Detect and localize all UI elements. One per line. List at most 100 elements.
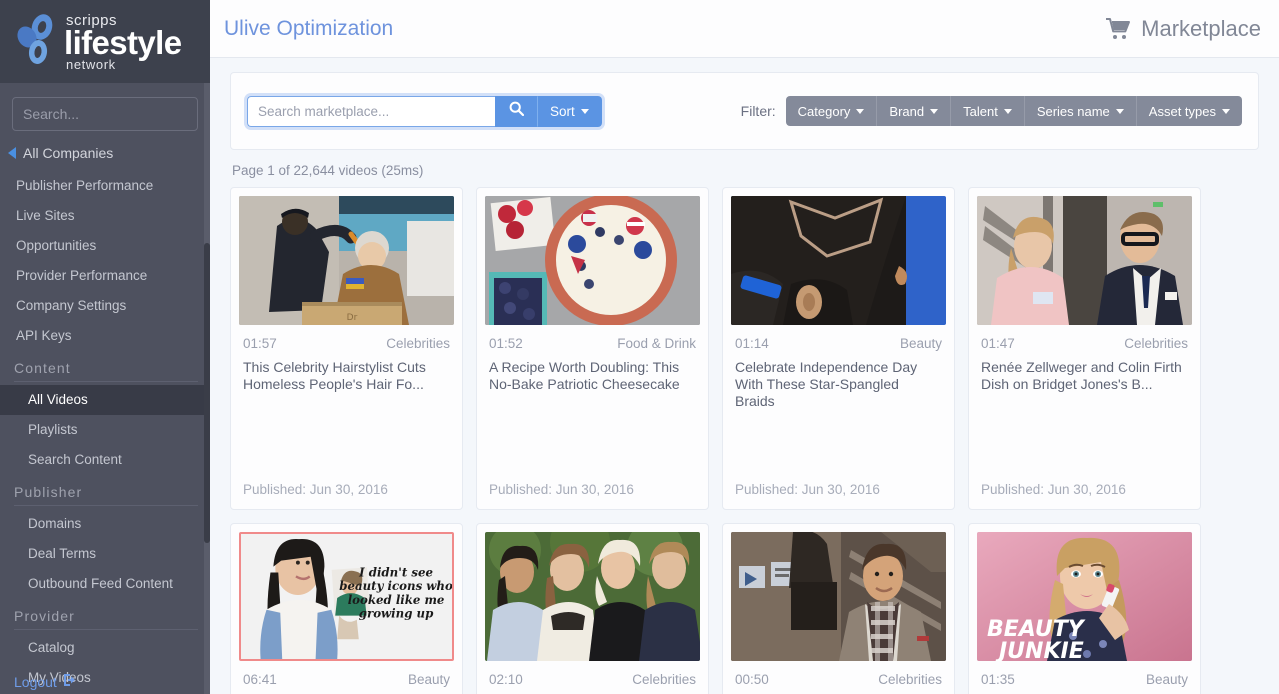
- video-grid: Dr 01:57 Celebrities This Celebrity Hair…: [210, 187, 1279, 694]
- logout-icon: [57, 673, 78, 690]
- sidebar-search-wrap: [0, 83, 210, 139]
- video-published: Published: Jun 30, 2016: [735, 482, 880, 497]
- video-title: A Recipe Worth Doubling: This No-Bake Pa…: [489, 359, 680, 392]
- search-button[interactable]: [495, 95, 537, 127]
- video-meta: 02:10 Celebrities: [485, 661, 700, 687]
- sidebar-item-outbound-feed-content[interactable]: Outbound Feed Content: [0, 569, 210, 599]
- sidebar-item-domains[interactable]: Domains: [0, 509, 210, 539]
- video-published: Published: Jun 30, 2016: [489, 482, 634, 497]
- filter-category-button[interactable]: Category: [785, 96, 878, 126]
- video-category: Beauty: [407, 672, 450, 687]
- divider: [14, 381, 198, 382]
- logout-label: Logout: [14, 673, 57, 690]
- video-duration: 01:52: [489, 336, 523, 351]
- video-card[interactable]: I didn't see beauty icons who looked lik…: [230, 523, 463, 694]
- video-title: This Celebrity Hairstylist Cuts Homeless…: [243, 359, 426, 392]
- sidebar-item-api-keys[interactable]: API Keys: [0, 321, 210, 351]
- chevron-down-icon: [930, 108, 939, 114]
- video-card[interactable]: 01:47 Celebrities Renée Zellweger and Co…: [968, 187, 1201, 510]
- filter-series-name-label: Series name: [1036, 103, 1110, 119]
- video-category: Celebrities: [878, 672, 942, 687]
- video-card[interactable]: Dr 01:57 Celebrities This Celebrity Hair…: [230, 187, 463, 510]
- sidebar-item-provider-performance[interactable]: Provider Performance: [0, 261, 210, 291]
- filter-series-name-button[interactable]: Series name: [1024, 96, 1137, 126]
- video-meta: 01:57 Celebrities: [239, 325, 454, 351]
- svg-text:looked like me: looked like me: [348, 593, 445, 607]
- sort-label: Sort: [550, 103, 575, 119]
- main-content: Ulive Optimization Marketplace Search ma…: [210, 0, 1279, 694]
- all-companies-link[interactable]: All Companies: [0, 139, 210, 171]
- section-heading-publisher: Publisher: [14, 484, 83, 500]
- all-companies-label: All Companies: [23, 145, 114, 161]
- section-heading-content: Content: [14, 360, 71, 376]
- logout-button[interactable]: Logout: [0, 669, 210, 694]
- sidebar: scripps lifestyle network All Companies …: [0, 0, 210, 694]
- video-title: [485, 687, 700, 694]
- sidebar-item-opportunities[interactable]: Opportunities: [0, 231, 210, 261]
- sidebar-item-search-content[interactable]: Search Content: [0, 445, 210, 475]
- sidebar-section-content: Content All Videos Playlists Search Cont…: [0, 351, 210, 475]
- video-thumbnail-man-plaid-scarf: [731, 532, 946, 661]
- video-thumbnail-barber-cutting-hair: Dr: [239, 196, 454, 325]
- video-meta: 00:50 Celebrities: [731, 661, 946, 687]
- video-card[interactable]: BEAUTY JUNKIE 01:35 Beauty: [968, 523, 1201, 694]
- video-title: Renée Zellweger and Colin Firth Dish on …: [981, 359, 1182, 392]
- results-count: Page 1 of 22,644 videos (25ms): [232, 163, 424, 178]
- svg-text:beauty icons who: beauty icons who: [339, 579, 452, 593]
- sidebar-item-all-videos[interactable]: All Videos: [0, 385, 210, 415]
- video-card[interactable]: 01:14 Beauty Celebrate Independence Day …: [722, 187, 955, 510]
- cart-icon: [1105, 17, 1132, 41]
- video-thumbnail-beauty-icons-quote: I didn't see beauty icons who looked lik…: [239, 532, 454, 661]
- video-meta: 06:41 Beauty: [239, 661, 454, 687]
- video-thumbnail-patriotic-cheesecake: [485, 196, 700, 325]
- video-thumbnail-two-people-interview: [977, 196, 1192, 325]
- video-title: Celebrate Independence Day With These St…: [735, 359, 918, 409]
- video-thumbnail-star-braid-hair: [731, 196, 946, 325]
- sidebar-item-playlists[interactable]: Playlists: [0, 415, 210, 445]
- sidebar-search-input[interactable]: [12, 97, 198, 131]
- filter-brand-button[interactable]: Brand: [877, 96, 952, 126]
- sidebar-item-deal-terms[interactable]: Deal Terms: [0, 539, 210, 569]
- sidebar-item-publisher-performance[interactable]: Publisher Performance: [0, 171, 210, 201]
- sidebar-item-company-settings[interactable]: Company Settings: [0, 291, 210, 321]
- section-heading-provider: Provider: [14, 608, 75, 624]
- video-meta: 01:35 Beauty: [977, 661, 1192, 687]
- scripps-butterfly-icon: [16, 13, 62, 70]
- video-duration: 01:35: [981, 672, 1015, 687]
- video-card[interactable]: 01:52 Food & Drink A Recipe Worth Doubli…: [476, 187, 709, 510]
- video-title: [977, 687, 1192, 694]
- video-card[interactable]: 02:10 Celebrities: [476, 523, 709, 694]
- divider: [14, 629, 198, 630]
- brand-logo[interactable]: scripps lifestyle network: [0, 0, 210, 83]
- sidebar-item-live-sites[interactable]: Live Sites: [0, 201, 210, 231]
- chevron-left-icon: [8, 147, 16, 159]
- logo-line-lifestyle: lifestyle: [64, 24, 182, 61]
- video-card[interactable]: 00:50 Celebrities: [722, 523, 955, 694]
- sort-dropdown-button[interactable]: Sort: [537, 95, 602, 127]
- search-icon: [509, 101, 524, 121]
- video-duration: 01:57: [243, 336, 277, 351]
- svg-text:I didn't see: I didn't see: [358, 565, 433, 579]
- video-duration: 00:50: [735, 672, 769, 687]
- filter-label: Filter:: [740, 103, 776, 119]
- video-category: Beauty: [1145, 672, 1188, 687]
- video-duration: 06:41: [243, 672, 277, 687]
- filter-button-group: Category Brand Talent Series name Asset …: [785, 96, 1242, 126]
- page-title: Ulive Optimization: [224, 16, 394, 40]
- video-category: Celebrities: [632, 672, 696, 687]
- video-meta: 01:47 Celebrities: [977, 325, 1192, 351]
- chevron-down-icon: [1115, 108, 1124, 114]
- chevron-down-icon: [580, 108, 589, 114]
- svg-text:growing up: growing up: [359, 607, 434, 621]
- marketplace-link[interactable]: Marketplace: [1105, 16, 1261, 42]
- search-input[interactable]: [247, 95, 495, 127]
- svg-text:JUNKIE: JUNKIE: [995, 639, 1084, 661]
- video-duration: 02:10: [489, 672, 523, 687]
- filter-asset-types-button[interactable]: Asset types: [1136, 96, 1242, 126]
- sidebar-item-catalog[interactable]: Catalog: [0, 633, 210, 663]
- marketplace-label: Marketplace: [1141, 15, 1261, 41]
- filter-talent-button[interactable]: Talent: [951, 96, 1025, 126]
- search-filter-panel: Sort Filter: Category Brand: [230, 72, 1259, 150]
- video-meta: 01:14 Beauty: [731, 325, 946, 351]
- video-title: [239, 687, 454, 694]
